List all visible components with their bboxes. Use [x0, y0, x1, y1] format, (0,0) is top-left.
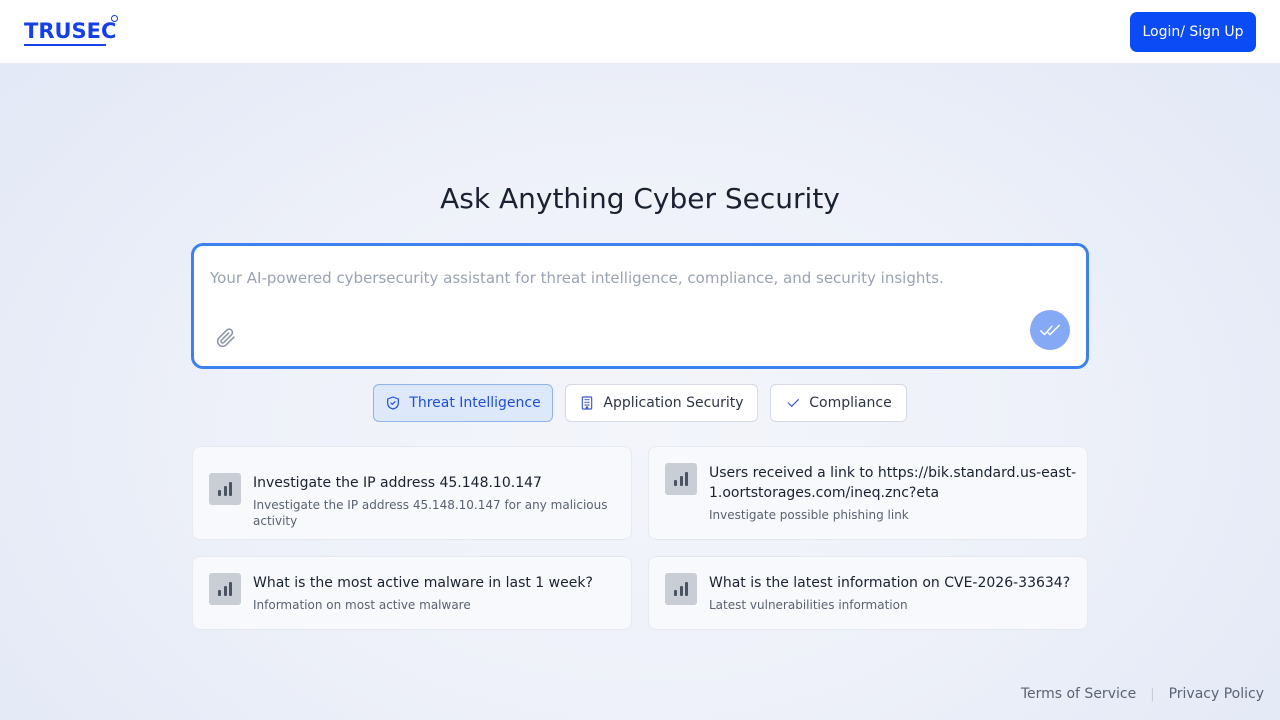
- login-signup-button[interactable]: Login/ Sign Up: [1130, 12, 1256, 52]
- footer-links: Terms of Service | Privacy Policy: [1021, 684, 1264, 704]
- card-subtitle: Investigate possible phishing link: [709, 508, 909, 522]
- bar-chart-icon: [209, 473, 241, 505]
- logo-underline: [24, 44, 106, 46]
- suggestion-card-ip[interactable]: Investigate the IP address 45.148.10.147…: [192, 446, 632, 540]
- double-check-icon: [1040, 324, 1060, 336]
- chip-label: Compliance: [809, 395, 892, 411]
- chip-label: Application Security: [603, 395, 744, 411]
- check-icon: [788, 399, 800, 407]
- card-title: What is the most active malware in last …: [253, 575, 593, 591]
- terms-of-service-link[interactable]: Terms of Service: [1021, 686, 1136, 702]
- card-title: What is the latest information on CVE-20…: [709, 575, 1071, 591]
- suggestion-card-phishing[interactable]: Users received a link to https://bik.sta…: [648, 446, 1088, 540]
- bar-chart-icon: [209, 573, 241, 605]
- building-icon: [582, 396, 593, 410]
- chip-threat-intelligence[interactable]: Threat Intelligence: [373, 384, 553, 422]
- paperclip-icon[interactable]: [216, 328, 236, 348]
- card-title-line-1: Users received a link to https://bik.sta…: [709, 465, 1077, 481]
- prompt-input[interactable]: [210, 264, 1050, 292]
- card-title-line-2: 1.oortstorages.com/ineq.znc?eta: [709, 485, 940, 501]
- privacy-policy-link[interactable]: Privacy Policy: [1169, 686, 1264, 702]
- shield-icon: [387, 396, 400, 410]
- suggestion-card-malware[interactable]: What is the most active malware in last …: [192, 556, 632, 630]
- card-subtitle: Information on most active malware: [253, 598, 471, 612]
- trusec-logo[interactable]: TRUSEC: [24, 15, 118, 48]
- bar-chart-icon: [665, 573, 697, 605]
- top-header: TRUSEC Login/ Sign Up: [0, 0, 1280, 64]
- logo-text: TRUSEC: [24, 19, 117, 43]
- suggestion-card-cve[interactable]: What is the latest information on CVE-20…: [648, 556, 1088, 630]
- footer-divider: |: [1150, 686, 1155, 702]
- chip-application-security[interactable]: Application Security: [565, 384, 758, 422]
- card-subtitle: Investigate the IP address 45.148.10.147…: [253, 498, 608, 528]
- card-subtitle: Latest vulnerabilities information: [709, 598, 908, 612]
- page-title: Ask Anything Cyber Security: [440, 182, 840, 215]
- chip-label: Threat Intelligence: [409, 395, 541, 411]
- card-title: Investigate the IP address 45.148.10.147: [253, 475, 542, 491]
- bar-chart-icon: [665, 463, 697, 495]
- send-button[interactable]: [1030, 310, 1070, 350]
- prompt-box: [191, 243, 1089, 369]
- chip-compliance[interactable]: Compliance: [770, 384, 907, 422]
- logo-dot-icon: [111, 15, 118, 22]
